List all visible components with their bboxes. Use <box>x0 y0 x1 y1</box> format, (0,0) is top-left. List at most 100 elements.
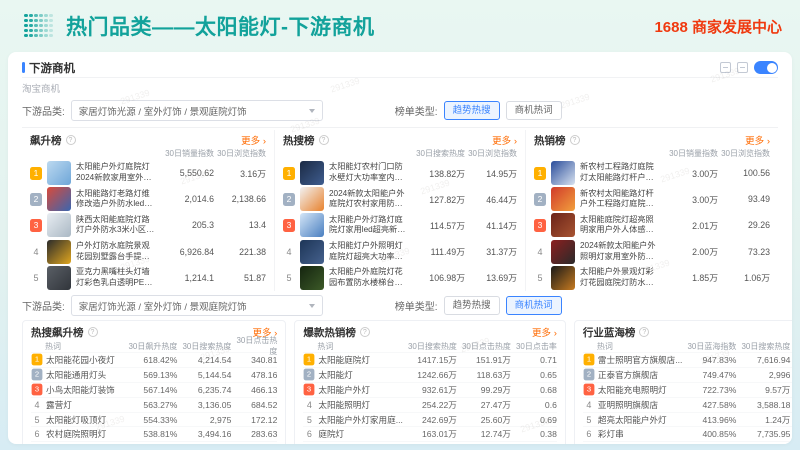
table-row[interactable]: 5太阳能户外庭院灯花园布置防水楼梯台阶灯围墙壁灯灯杆装饰灯照明106.98万13… <box>283 265 517 291</box>
table-row[interactable]: 6庭院灯163.01万12.74万0.38 <box>303 426 557 441</box>
table-title: 行业蓝海榜 <box>583 325 636 340</box>
display-toggle[interactable] <box>754 61 778 74</box>
product-title: 太阳能路灯老路灯维修改造户外防水led庭院灯挑臂锂杆超亮新农村 <box>76 189 156 210</box>
category-select[interactable]: 家居灯饰光源 / 室外灯饰 / 景观庭院灯饰 <box>71 100 323 121</box>
more-link[interactable]: 更多 <box>745 133 770 147</box>
rank-badge: 3 <box>30 219 42 232</box>
logo-dot <box>29 24 33 28</box>
more-link[interactable]: 更多 <box>532 325 557 339</box>
category-filter-label: 下游品类: <box>22 298 65 313</box>
table-row[interactable]: 4户外灯防水庭院景观花园别墅露台手提大小南瓜灯氛围太阳能草坪灯6,926.842… <box>30 239 266 265</box>
keyword-table: 热搜飙升榜?更多热词30日飙升热度30日搜索热度30日点击热度1太阳能花园小夜灯… <box>22 320 286 444</box>
logo-dot <box>44 19 48 23</box>
table-row[interactable]: 4太阳能照明灯254.22万27.47万0.6 <box>303 397 557 412</box>
table-row[interactable]: 4露营灯563.27%3,136.05684.52 <box>31 397 277 412</box>
table-row[interactable]: 7庭院太阳能灯153.26万14.28万0.67 <box>303 441 557 444</box>
table-row[interactable]: 4亚明照明旗舰店427.58%3,588.18171 <box>583 397 792 412</box>
table-row[interactable]: 1新农村工程路灯庭院灯太阳能路灯杆户外6米大小楼杆海螺高杆定制3.00万100.… <box>534 160 770 186</box>
table-row[interactable]: 7太阳能庭院灯带地灯532%4,819.482,285.73 <box>31 441 277 444</box>
rank-number: 4 <box>30 247 42 257</box>
table-row[interactable]: 3太阳能户外灯路灯庭院灯家用led超亮新款大功率防水带灯杆照明灯114.57万4… <box>283 212 517 238</box>
table-row[interactable]: 6彩灯串400.85%7,735.95287 <box>583 426 792 441</box>
table-row[interactable]: 5超亮太阳能户外灯413.96%1.24万594 <box>583 412 792 427</box>
info-icon[interactable]: ? <box>66 135 76 145</box>
keyword: 正泰官方旗舰店 <box>598 369 683 381</box>
info-icon[interactable]: ? <box>360 327 370 337</box>
info-icon[interactable]: ? <box>88 327 98 337</box>
pill-business-hot-words[interactable]: 商机热词 <box>506 101 562 120</box>
table-row[interactable]: 2正泰官方旗舰店749.47%2,99649 <box>583 367 792 382</box>
rank-badge: 3 <box>283 219 295 232</box>
product-thumbnail <box>551 161 575 185</box>
page-title: 热门品类——太阳能灯-下游商机 <box>66 11 375 41</box>
rank-number: 5 <box>30 273 42 283</box>
metric-value: 5,550.62 <box>156 168 214 178</box>
more-link[interactable]: 更多 <box>492 133 517 147</box>
product-thumbnail <box>300 213 324 237</box>
logo-dot <box>29 29 33 33</box>
pill-trend-hot-search[interactable]: 趋势热搜 <box>444 296 500 315</box>
table-row[interactable]: 1太阳能花园小夜灯618.42%4,214.54340.81 <box>31 352 277 367</box>
keyword: 太阳能照明灯 <box>318 399 403 411</box>
table-row[interactable]: 3太阳能充电照明灯722.73%9.57万4,261 <box>583 382 792 397</box>
pill-business-hot-words[interactable]: 商机热词 <box>506 296 562 315</box>
table-row[interactable]: 1太阳能庭院灯1417.15万151.91万0.71 <box>303 352 557 367</box>
metric-value: 1.06万 <box>718 271 770 284</box>
table-row[interactable]: 5太阳能灯吸顶灯554.33%2,975172.12 <box>31 412 277 427</box>
info-icon[interactable]: ? <box>319 135 329 145</box>
downstream-panel: 下游商机 淘宝商机 下游品类: 家居灯饰光源 / 室外灯饰 / 景观庭院灯饰 榜… <box>8 52 792 444</box>
rank-badge: 3 <box>534 219 546 232</box>
metric-value: 152 <box>790 355 792 365</box>
keyword-table: 爆款热销榜?更多热词30日搜索热度30日点击热度30日点击率1太阳能庭院灯141… <box>294 320 566 444</box>
metric-value: 27.47万 <box>457 399 511 411</box>
table-row[interactable]: 5太阳能户外灯家用庭...242.69万25.60万0.69 <box>303 412 557 427</box>
table-row[interactable]: 6农村庭院照明灯538.81%3,494.16283.63 <box>31 426 277 441</box>
expand-icon[interactable] <box>737 62 748 73</box>
table-row[interactable]: 42024新款太阳能户外照明灯家用室外防水感应新型农村照明led路灯2.00万7… <box>534 239 770 265</box>
table-row[interactable]: 7民宿小院墙饰337.31%10.89万3,636 <box>583 441 792 444</box>
table-row[interactable]: 2太阳能通用灯头569.13%5,144.54478.16 <box>31 367 277 382</box>
metric-value: 10.89万 <box>736 443 790 444</box>
metric-value: 12.74万 <box>457 428 511 440</box>
table-row[interactable]: 3太阳能庭院灯超亮照明家用户外人体感应灯防水头灯自动充电照明2.01万29.26 <box>534 212 770 238</box>
table-row[interactable]: 22024新款太阳能户外庭院灯农村家用防水室内LED照明人体感应路灯127.82… <box>283 186 517 212</box>
tab-downstream-business[interactable]: 下游商机 <box>22 60 75 76</box>
table-row[interactable]: 2太阳能路灯老路灯维修改造户外防水led庭院灯挑臂锂杆超亮新农村2,014.62… <box>30 186 266 212</box>
ranking-table: 热搜榜?更多30日搜索热度30日浏览指数1太阳能灯农村门口防水壁灯大功率室内家用… <box>274 130 526 291</box>
rank-badge: 1 <box>534 167 546 180</box>
table-row[interactable]: 2太阳能灯1242.66万118.63万0.65 <box>303 367 557 382</box>
table-row[interactable]: 5太阳能户外景观灯彩灯花园庭院灯防水地插灯地灯晚上自动亮1.85万1.06万 <box>534 265 770 291</box>
product-title: 户外灯防水庭院景观花园别墅露台手提大小南瓜灯氛围太阳能草坪灯 <box>76 241 156 262</box>
metric-value: 1242.66万 <box>403 369 457 381</box>
info-icon[interactable]: ? <box>639 327 649 337</box>
metric-value: 14.28万 <box>457 443 511 444</box>
table-row[interactable]: 5亚克力黑嘴柱头灯墙灯彩色乳白透明PE PPMA PS红氧化塑料不碎灯罩1,21… <box>30 265 266 291</box>
metric-value: 2,138.66 <box>214 194 266 204</box>
table-row[interactable]: 2新农村太阳能路灯杆户外工程路灯庭院灯6米大小楼杆海螺高杆定制3.00万93.4… <box>534 186 770 212</box>
keyword: 太阳能充电照明灯 <box>598 384 683 396</box>
table-row[interactable]: 1雷士照明官方旗舰店...947.83%7,616.94152 <box>583 352 792 367</box>
table-row[interactable]: 4太阳能灯户外照明灯庭院灯超亮大功率新型防水室内外家用LED路灯111.49万3… <box>283 239 517 265</box>
table-row[interactable]: 3太阳能户外灯932.61万99.29万0.68 <box>303 382 557 397</box>
type-pill-group: 趋势热搜 商机热词 <box>444 101 562 120</box>
column-header-row: 热词30日搜索热度30日点击热度30日点击率 <box>303 340 557 352</box>
table-row[interactable]: 3小鸟太阳能灯装饰567.14%6,235.74466.13 <box>31 382 277 397</box>
metric-value: 932.61万 <box>403 384 457 396</box>
keyword-table: 行业蓝海榜?更多热词30日蓝海指数30日搜索热度30日商品指数1雷士照明官方旗舰… <box>574 320 792 444</box>
table-row[interactable]: 3陕西太阳能庭院灯路灯户外防水3米小区超亮LED灯杆别墅墙杆景观灯205.313… <box>30 212 266 238</box>
category-select[interactable]: 家居灯饰光源 / 室外灯饰 / 景观庭院灯饰 <box>71 295 323 316</box>
product-title: 太阳能户外庭院灯花园布置防水楼梯台阶灯围墙壁灯灯杆装饰灯照明 <box>329 267 407 288</box>
panel-controls <box>720 61 778 74</box>
logo-dot <box>44 34 48 38</box>
collapse-icon[interactable] <box>720 62 731 73</box>
logo-dot <box>24 19 28 23</box>
column-header: 30日蓝海指数 <box>682 341 736 352</box>
more-link[interactable]: 更多 <box>241 133 266 147</box>
table-row[interactable]: 1太阳能灯农村门口防水壁灯大功率室内家用超亮庭院灯感应户外灯138.82万14.… <box>283 160 517 186</box>
table-header: 飙升榜?更多 <box>30 132 266 148</box>
logo-dot <box>24 14 28 18</box>
info-icon[interactable]: ? <box>570 135 580 145</box>
keyword: 彩灯串 <box>598 428 683 440</box>
table-row[interactable]: 1太阳能户外灯庭院灯2024新款家用室外防水超亮大功率LED感应路灯5,550.… <box>30 160 266 186</box>
pill-trend-hot-search[interactable]: 趋势热搜 <box>444 101 500 120</box>
